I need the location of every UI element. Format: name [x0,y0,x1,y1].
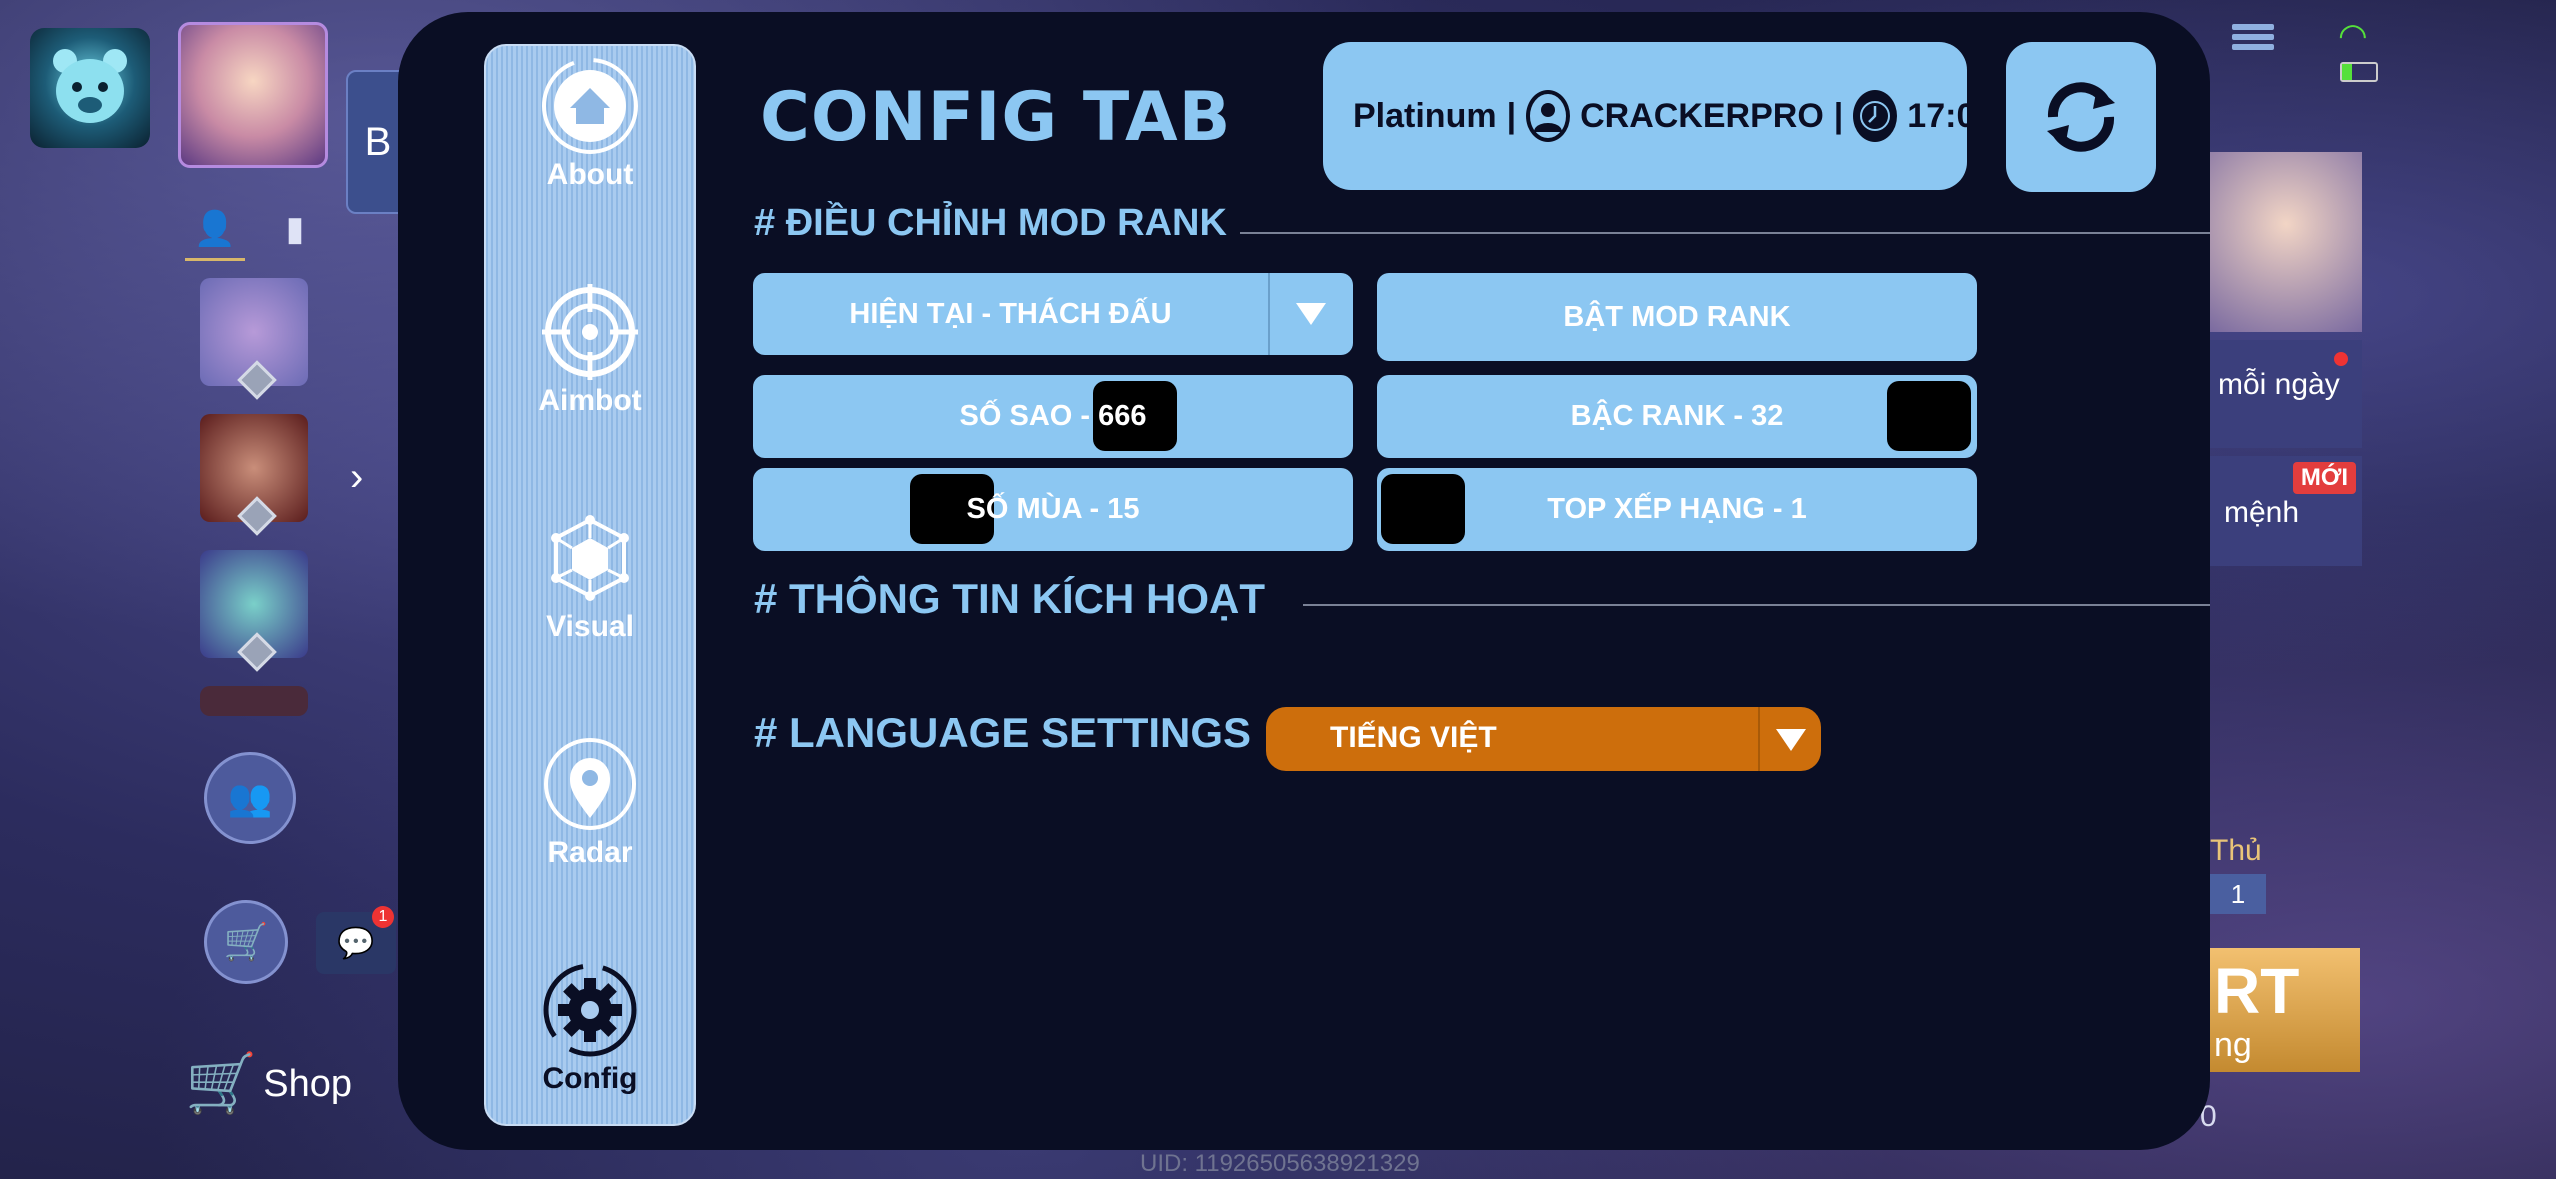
nav-item-radar[interactable]: Radar [486,734,694,870]
player-avatar[interactable] [178,22,328,168]
seasons-toggle[interactable]: SỐ MÙA - 15 [753,468,1353,551]
shopping-cart-icon: 🛒 [185,1051,258,1116]
start-label: RT [2214,955,2300,1027]
clan-logo[interactable] [30,28,150,148]
user-icon [1526,90,1571,142]
dropdown-value: TIẾNG VIỆT [1330,721,1497,754]
toggle-label: TOP XẾP HẠNG - 1 [1547,493,1807,525]
uid-text: UID: 11926505638921329 [1140,1150,1420,1177]
friends-button[interactable]: 👥 [204,752,296,844]
new-badge: MỚI [2292,462,2356,494]
enable-mod-rank-button[interactable]: BẬT MOD RANK [1377,273,1977,361]
divider [1268,273,1270,355]
clock-icon [1853,90,1898,142]
bar-chart-icon: ▮ [285,210,305,248]
friends-list-icon: 👤 [193,210,237,248]
cube-icon [540,508,640,608]
bear-icon [53,49,127,123]
chat-icon: 💬 [337,926,375,960]
side-navigation: About Aimbot Visual Radar Config [484,44,696,1126]
chevron-right-icon[interactable]: › [350,455,363,500]
section-heading-activation: # THÔNG TIN KÍCH HOẠT [754,575,1265,622]
battery-icon [2340,62,2378,82]
nav-item-aimbot[interactable]: Aimbot [486,282,694,418]
cart-button[interactable]: 🛒 [204,900,288,984]
daily-card[interactable]: mỗi ngày [2210,340,2362,448]
notification-dot [2334,352,2348,366]
stars-toggle[interactable]: SỐ SAO - 666 [753,375,1353,458]
wifi-icon: ◠ [2338,17,2368,55]
thu-label: Thủ [2210,834,2262,867]
hero-portrait[interactable] [2210,152,2362,332]
friends-tab[interactable]: 👤 [185,200,245,261]
current-rank-dropdown[interactable]: HIỆN TẠI - THÁCH ĐẤU [753,273,1353,355]
chevron-down-icon [1776,729,1806,751]
stats-tab[interactable]: ▮ [265,200,325,258]
divider [1240,232,2210,234]
start-button[interactable]: RT ng [2210,948,2360,1072]
section-heading-mod-rank: # ĐIỀU CHỈNH MOD RANK [754,202,1227,244]
nav-label: About [546,158,634,191]
separator: | [1833,96,1844,135]
nav-label: Radar [547,836,633,869]
location-pin-icon [540,734,640,834]
nav-label: Config [542,1062,638,1095]
shop-button[interactable]: 🛒 Shop [185,1050,352,1118]
refresh-button[interactable] [2006,42,2156,192]
refresh-icon [2047,82,2115,152]
toggle-label: SỐ SAO - 666 [959,400,1147,432]
toggle-knob[interactable] [1381,474,1465,544]
shop-label: Shop [263,1062,352,1105]
start-sub-label: ng [2214,1026,2252,1064]
separator: | [1506,96,1517,135]
toggle-knob[interactable] [1887,381,1971,451]
destiny-card[interactable]: mệnh MỚI [2210,456,2362,566]
destiny-label: mệnh [2224,496,2300,529]
nav-label: Aimbot [538,384,642,417]
side-tabs: 👤 ▮ [165,200,350,262]
section-heading-language: # LANGUAGE SETTINGS [754,709,1252,756]
nav-item-about[interactable]: About [486,56,694,192]
rank-level-toggle[interactable]: BẬC RANK - 32 [1377,375,1977,458]
daily-label: mỗi ngày [2218,368,2340,401]
crosshair-icon [540,282,640,382]
users-icon: 👥 [227,777,273,818]
hero-thumbnail[interactable] [200,686,308,716]
status-bar: Platinum | CRACKERPRO | 17:06:39 [1323,42,1967,190]
home-icon [540,56,640,156]
gear-icon [540,960,640,1060]
side-menu-label: B [364,119,392,164]
time-label: 17:06:39 [1907,96,1967,135]
language-dropdown[interactable]: TIẾNG VIỆT [1266,707,1821,771]
button-label: BẬT MOD RANK [1563,300,1791,333]
nav-item-config[interactable]: Config [486,960,694,1096]
top-rank-toggle[interactable]: TOP XẾP HẠNG - 1 [1377,468,1977,551]
divider [1758,707,1760,771]
nav-label: Visual [546,610,634,643]
chat-badge: 1 [372,906,394,928]
tier-label: Platinum [1353,96,1497,135]
toggle-label: BẬC RANK - 32 [1570,400,1784,432]
cart-icon: 🛒 [223,921,269,962]
level-tag: 1 [2210,874,2266,914]
chevron-down-icon [1296,303,1326,325]
divider [1303,604,2210,606]
menu-icon[interactable] [2232,20,2274,64]
dropdown-value: HIỆN TẠI - THÁCH ĐẤU [849,297,1172,330]
chat-button[interactable]: 💬 1 [316,906,396,974]
username: CRACKERPRO [1580,96,1824,135]
nav-item-visual[interactable]: Visual [486,508,694,644]
page-title: CONFIG TAB [760,78,1232,157]
toggle-label: SỐ MÙA - 15 [966,493,1140,525]
